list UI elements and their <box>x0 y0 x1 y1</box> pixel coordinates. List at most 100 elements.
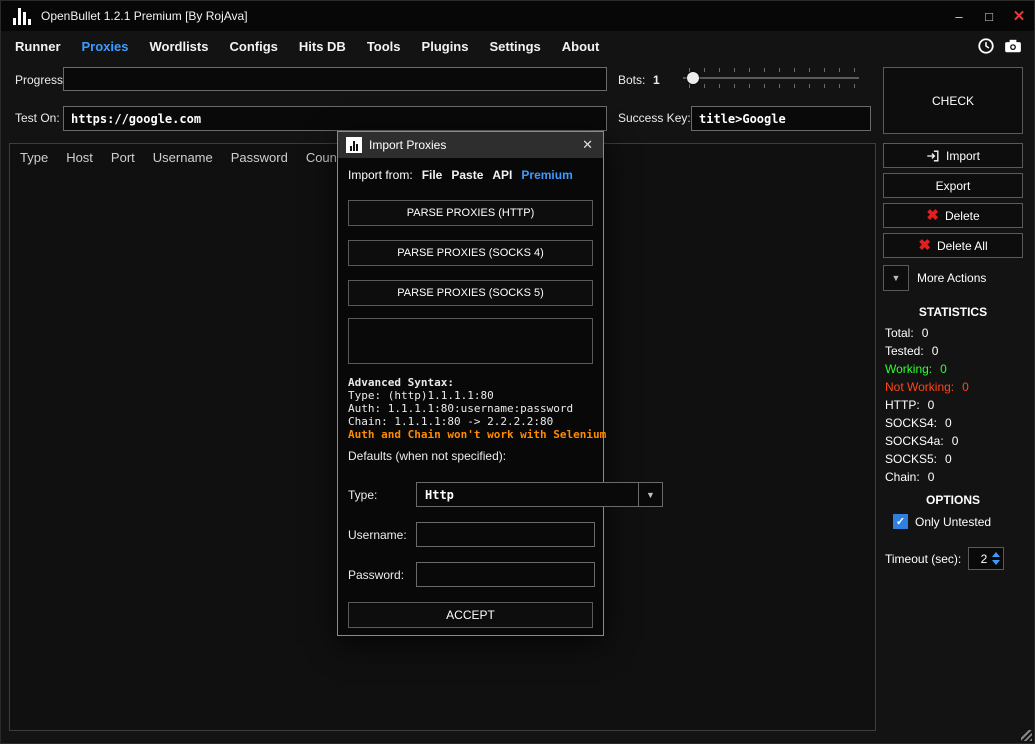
resize-grip[interactable] <box>1021 730 1032 741</box>
check-button[interactable]: CHECK <box>883 67 1023 134</box>
chevron-down-icon[interactable]: ▼ <box>638 483 662 506</box>
test-on-label: Test On: <box>15 111 60 125</box>
statistics-list: Total:0 Tested:0 Working:0 Not Working:0… <box>885 324 969 486</box>
source-tab-api[interactable]: API <box>492 168 512 182</box>
stepper-up-icon[interactable] <box>992 552 1000 557</box>
checkbox-checked-icon[interactable] <box>893 514 908 529</box>
advanced-syntax-block: Advanced Syntax: Type: (http)1.1.1.1:80 … <box>348 376 606 441</box>
bots-value: 1 <box>653 73 660 87</box>
import-button[interactable]: Import <box>883 143 1023 168</box>
selenium-warning: Auth and Chain won't work with Selenium <box>348 428 606 441</box>
title-bar[interactable]: OpenBullet 1.2.1 Premium [By RojAva] – □… <box>1 1 1034 31</box>
stat-working: Working:0 <box>885 360 969 378</box>
minimize-button[interactable]: – <box>944 1 974 31</box>
history-clock-icon[interactable] <box>977 37 995 55</box>
side-panel: CHECK Import Export ✖ Delete ✖ Delete Al… <box>883 65 1023 741</box>
proxy-source-textbox[interactable] <box>348 318 593 364</box>
stat-socks5: SOCKS5:0 <box>885 450 969 468</box>
column-header-host[interactable]: Host <box>66 150 93 165</box>
stat-chain: Chain:0 <box>885 468 969 486</box>
menu-item-hitsdb[interactable]: Hits DB <box>299 39 346 54</box>
success-key-label: Success Key: <box>618 111 691 125</box>
options-title: OPTIONS <box>883 493 1023 507</box>
username-input[interactable] <box>416 522 595 547</box>
syntax-line-chain: Chain: 1.1.1.1:80 -> 2.2.2.2:80 <box>348 415 606 428</box>
chevron-down-icon[interactable]: ▼ <box>883 265 909 291</box>
stat-total: Total:0 <box>885 324 969 342</box>
delete-button[interactable]: ✖ Delete <box>883 203 1023 228</box>
column-header-password[interactable]: Password <box>231 150 288 165</box>
menu-item-configs[interactable]: Configs <box>229 39 277 54</box>
menu-item-runner[interactable]: Runner <box>15 39 61 54</box>
stat-socks4: SOCKS4:0 <box>885 414 969 432</box>
import-from-row: Import from: File Paste API Premium <box>348 168 573 182</box>
stat-tested: Tested:0 <box>885 342 969 360</box>
delete-all-x-icon: ✖ <box>918 238 931 253</box>
camera-icon[interactable] <box>1004 37 1022 55</box>
type-dropdown-value: Http <box>417 488 638 502</box>
delete-all-button-label: Delete All <box>937 239 988 253</box>
delete-button-label: Delete <box>945 209 980 223</box>
column-header-port[interactable]: Port <box>111 150 135 165</box>
stepper-down-icon[interactable] <box>992 560 1000 565</box>
stat-socks4a: SOCKS4a:0 <box>885 432 969 450</box>
source-tab-premium[interactable]: Premium <box>521 168 572 182</box>
dialog-title: Import Proxies <box>369 138 446 152</box>
app-window: OpenBullet 1.2.1 Premium [By RojAva] – □… <box>0 0 1035 744</box>
openbullet-logo-icon <box>13 7 31 25</box>
menu-items: Runner Proxies Wordlists Configs Hits DB… <box>1 39 599 54</box>
export-button-label: Export <box>936 179 971 193</box>
menu-icons <box>977 37 1022 55</box>
progress-label: Progress: <box>15 73 66 87</box>
slider-ticks <box>689 68 857 72</box>
accept-button[interactable]: ACCEPT <box>348 602 593 628</box>
export-button[interactable]: Export <box>883 173 1023 198</box>
dialog-close-icon[interactable]: ✕ <box>580 137 595 153</box>
dialog-title-bar[interactable]: Import Proxies ✕ <box>338 132 603 158</box>
success-key-input[interactable] <box>691 106 871 131</box>
source-tab-file[interactable]: File <box>422 168 443 182</box>
window-title: OpenBullet 1.2.1 Premium [By RojAva] <box>41 9 248 23</box>
dialog-logo-icon <box>346 137 362 153</box>
type-row: Type: Http ▼ <box>348 482 595 507</box>
parse-proxies-socks5-button[interactable]: PARSE PROXIES (SOCKS 5) <box>348 280 593 306</box>
stat-http: HTTP:0 <box>885 396 969 414</box>
parse-proxies-http-button[interactable]: PARSE PROXIES (HTTP) <box>348 200 593 226</box>
menu-item-wordlists[interactable]: Wordlists <box>149 39 208 54</box>
menu-item-plugins[interactable]: Plugins <box>422 39 469 54</box>
menu-item-proxies[interactable]: Proxies <box>82 39 129 54</box>
source-tab-paste[interactable]: Paste <box>451 168 483 182</box>
bots-slider[interactable] <box>681 65 861 91</box>
username-row: Username: <box>348 522 595 547</box>
menu-item-settings[interactable]: Settings <box>489 39 540 54</box>
type-label: Type: <box>348 488 377 502</box>
menu-bar: Runner Proxies Wordlists Configs Hits DB… <box>1 31 1034 61</box>
more-actions-dropdown[interactable]: ▼ More Actions <box>883 265 1023 291</box>
test-on-input[interactable] <box>63 106 607 131</box>
type-dropdown[interactable]: Http ▼ <box>416 482 663 507</box>
timeout-stepper[interactable] <box>968 547 1004 570</box>
timeout-label: Timeout (sec): <box>885 552 961 566</box>
import-proxies-dialog: Import Proxies ✕ Import from: File Paste… <box>337 131 604 636</box>
syntax-line-type: Type: (http)1.1.1.1:80 <box>348 389 606 402</box>
menu-item-about[interactable]: About <box>562 39 600 54</box>
progress-bar <box>63 67 607 91</box>
slider-track <box>683 77 859 79</box>
only-untested-checkbox-row[interactable]: Only Untested <box>893 514 991 529</box>
close-button[interactable]: ✕ <box>1004 1 1034 31</box>
password-label: Password: <box>348 568 404 582</box>
column-header-username[interactable]: Username <box>153 150 213 165</box>
maximize-button[interactable]: □ <box>974 1 1004 31</box>
stat-not-working: Not Working:0 <box>885 378 969 396</box>
slider-thumb[interactable] <box>687 72 699 84</box>
parse-proxies-socks4-button[interactable]: PARSE PROXIES (SOCKS 4) <box>348 240 593 266</box>
password-row: Password: <box>348 562 595 587</box>
username-label: Username: <box>348 528 407 542</box>
more-actions-label: More Actions <box>917 271 986 285</box>
delete-all-button[interactable]: ✖ Delete All <box>883 233 1023 258</box>
timeout-input[interactable] <box>969 548 989 569</box>
column-header-type[interactable]: Type <box>20 150 48 165</box>
menu-item-tools[interactable]: Tools <box>367 39 401 54</box>
stepper-arrows <box>989 548 1003 569</box>
password-input[interactable] <box>416 562 595 587</box>
